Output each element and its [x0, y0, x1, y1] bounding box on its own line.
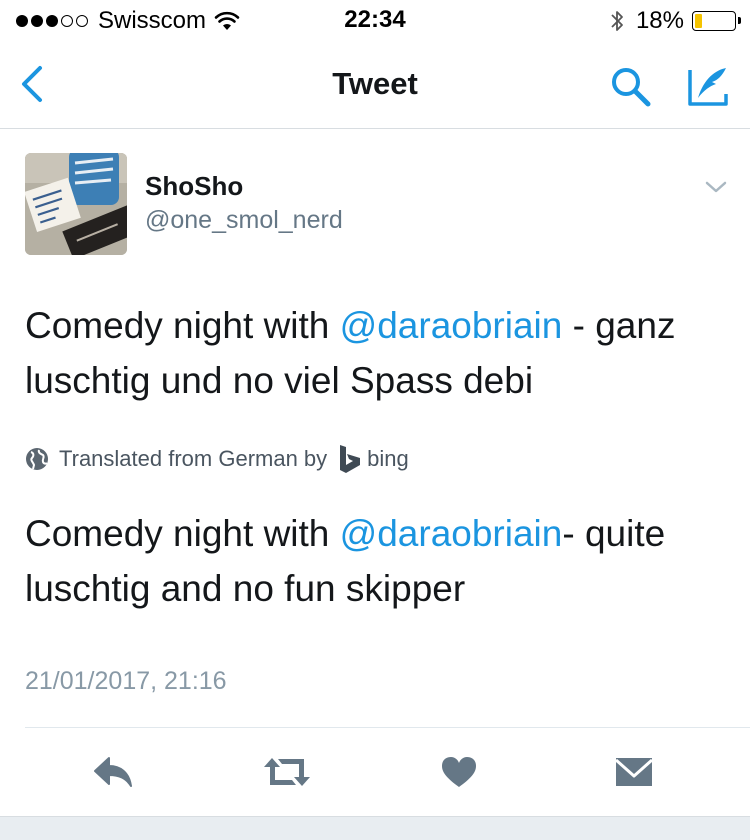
translated-label: Translated from German by: [59, 446, 328, 471]
status-right: 18%: [610, 7, 741, 35]
reply-icon: [94, 757, 132, 787]
bing-logo-icon: [340, 445, 361, 473]
reply-button[interactable]: [92, 752, 134, 792]
avatar[interactable]: [25, 153, 127, 255]
battery-fill: [695, 14, 702, 28]
tweet-text-part: Comedy night with: [25, 305, 340, 346]
avatar-image: [25, 153, 127, 255]
envelope-icon: [615, 758, 653, 786]
navigation-bar: Tweet: [0, 40, 750, 129]
battery-icon: [692, 11, 741, 31]
bluetooth-icon: [611, 11, 623, 31]
retweet-icon: [264, 758, 310, 786]
battery-percentage: 18%: [635, 7, 684, 34]
tweet-text: Comedy night with @daraobriain - ganz lu…: [25, 298, 735, 408]
tweet-timestamp: 21/01/2017, 21:16: [25, 667, 227, 695]
user-handle[interactable]: @one_smol_nerd: [145, 206, 343, 235]
heart-icon: [442, 757, 476, 787]
status-bar: Swisscom 22:34 18%: [0, 0, 750, 40]
like-button[interactable]: [440, 752, 478, 792]
globe-icon: [26, 448, 48, 470]
bottom-bar: [0, 816, 750, 840]
direct-message-button[interactable]: [613, 752, 655, 792]
tweet-actions: [0, 728, 750, 816]
compose-icon[interactable]: [682, 64, 730, 110]
retweet-button[interactable]: [262, 752, 312, 792]
display-name[interactable]: ShoSho: [145, 171, 243, 202]
search-icon[interactable]: [608, 64, 654, 110]
chevron-down-icon[interactable]: [704, 178, 728, 196]
translated-text-part: Comedy night with: [25, 513, 340, 554]
translated-text: Comedy night with @daraobriain- quite lu…: [25, 506, 735, 616]
mention-link[interactable]: @daraobriain: [340, 305, 563, 346]
mention-link[interactable]: @daraobriain: [340, 513, 563, 554]
translator-name: bing: [367, 446, 409, 471]
translation-attribution[interactable]: Translated from German by bing: [25, 442, 409, 476]
